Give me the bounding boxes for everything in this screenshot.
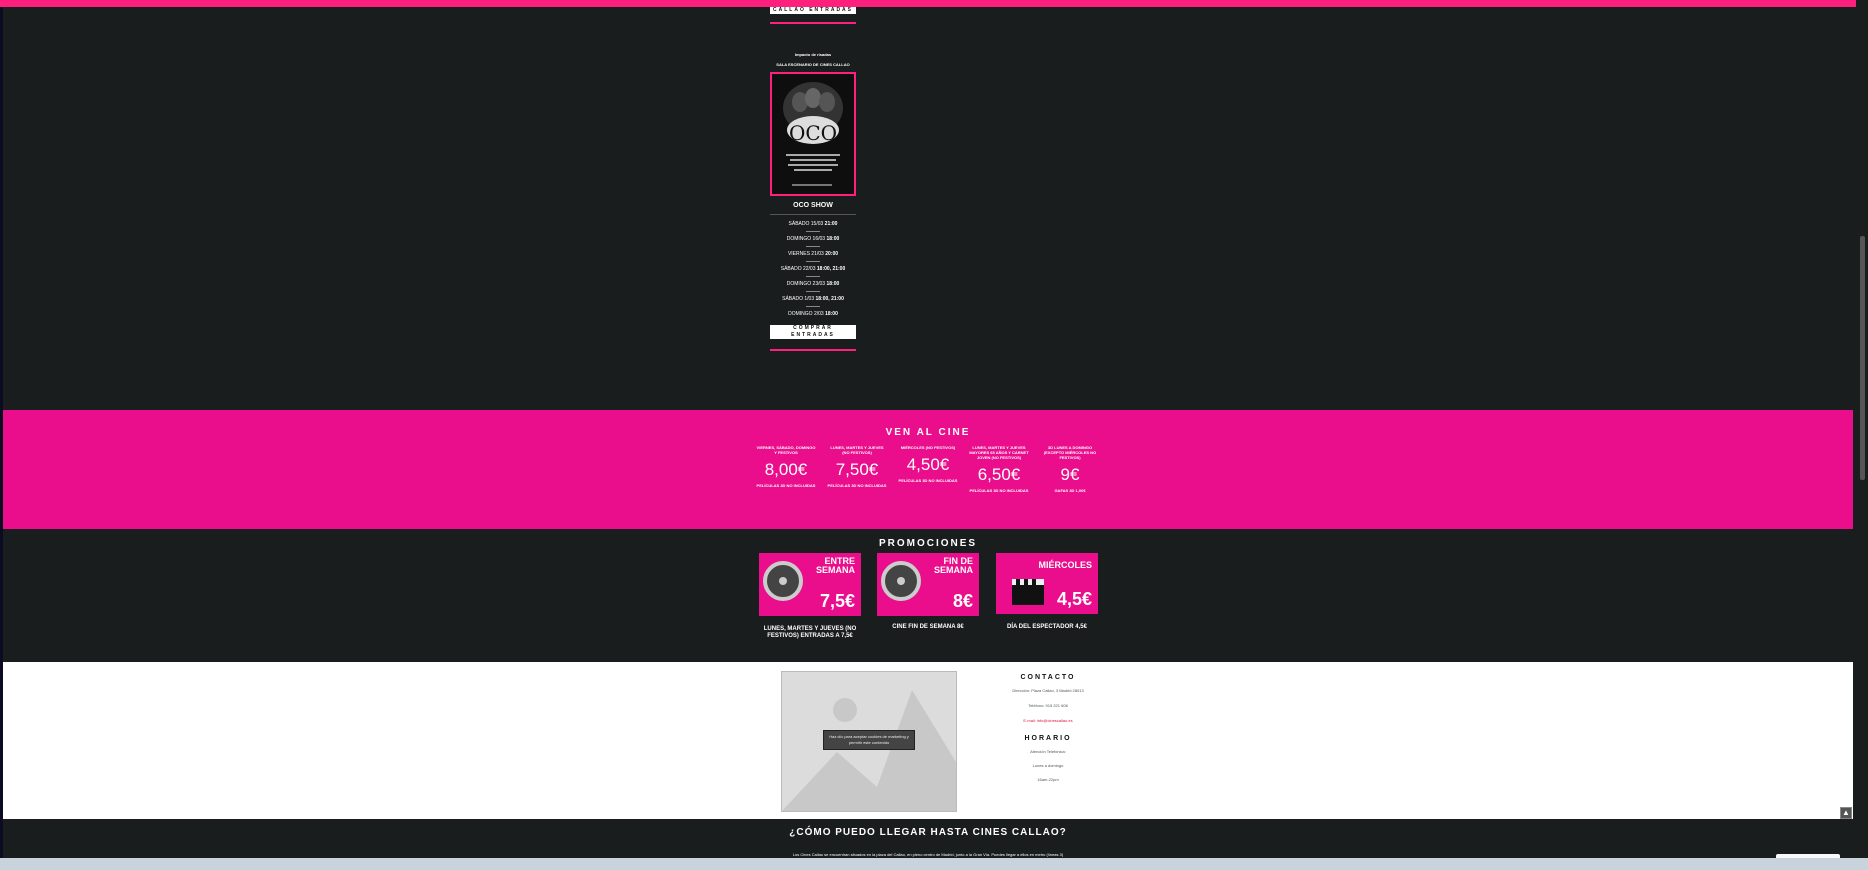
date-separator xyxy=(806,291,820,292)
buy-tickets-button[interactable]: COMPRAR ENTRADAS xyxy=(770,325,856,339)
top-buy-button[interactable]: CALLAO ENTRADAS xyxy=(770,7,856,14)
promo-price: 8€ xyxy=(952,591,973,611)
price-value: 6,50€ xyxy=(977,465,1021,484)
promo-heading: FIN DE SEMANA xyxy=(933,556,973,575)
price-card: LUNES, MARTES Y JUEVES MAYORES 65 AÑOS Y… xyxy=(969,445,1029,493)
promotions-section: PROMOCIONES ENTRE SEMANA 7,5€ LUNES, MAR… xyxy=(3,529,1853,662)
price-label: LUNES, MARTES Y JUEVES (NO FESTIVOS) xyxy=(830,445,884,455)
contact-address: Dirección: Plaza Callao, 3 Madrid 28013 xyxy=(1012,688,1084,693)
show-date: SÁBADO 15/03 21:00 xyxy=(788,221,838,227)
promo-caption: LUNES, MARTES Y JUEVES (NO FESTIVOS) ENT… xyxy=(763,626,857,639)
hours-line: 16am-22pm xyxy=(1037,777,1059,782)
promo-banner: MIÉRCOLES 4,5€ xyxy=(996,553,1098,614)
show-date: DOMINGO 16/03 18:00 xyxy=(786,236,840,242)
contact-info: CONTACTO Dirección: Plaza Callao, 3 Madr… xyxy=(993,674,1103,782)
show-poster[interactable]: OCO xyxy=(770,72,856,196)
promo-card[interactable]: ENTRE SEMANA 7,5€ LUNES, MARTES Y JUEVES… xyxy=(759,553,861,640)
promotions-title: PROMOCIONES xyxy=(878,538,978,549)
promo-caption: CINE FIN DE SEMANA 8€ xyxy=(892,624,964,630)
hours-title: HORARIO xyxy=(1024,735,1072,742)
scrollbar-thumb[interactable] xyxy=(1860,236,1865,480)
prices-section: VEN AL CINE VIERNES, SÁBADO, DOMINGO Y F… xyxy=(3,410,1853,529)
price-label: VIERNES, SÁBADO, DOMINGO Y FESTIVOS xyxy=(756,445,816,455)
top-accent-bar xyxy=(0,0,1868,7)
promo-price: 4,5€ xyxy=(1056,589,1092,609)
price-card: LUNES, MARTES Y JUEVES (NO FESTIVOS) 7,5… xyxy=(827,445,887,488)
price-note: PELÍCULAS 3D NO INCLUIDAS xyxy=(827,483,887,488)
price-label: MIÉRCOLES (NO FESTIVOS) xyxy=(900,445,956,450)
price-note: PELÍCULAS 3D NO INCLUIDAS xyxy=(969,488,1029,493)
date-separator xyxy=(806,276,820,277)
contact-section: Haz clic para aceptar cookies de marketi… xyxy=(3,662,1853,819)
date-separator xyxy=(806,231,820,232)
clapperboard-icon xyxy=(1012,579,1044,605)
poster-image: OCO xyxy=(772,74,854,194)
show-title: OCO SHOW xyxy=(793,202,833,209)
divider xyxy=(770,349,856,351)
show-date: DOMINGO 23/03 18:00 xyxy=(786,281,840,287)
show-venue: SALA ESCENARIO DE CINES CALLAO xyxy=(776,62,850,67)
promo-banner: ENTRE SEMANA 7,5€ xyxy=(759,553,861,616)
show-kicker: Impacto de risadas xyxy=(794,52,832,57)
date-separator xyxy=(806,246,820,247)
price-value: 7,50€ xyxy=(835,460,879,479)
price-note: GAFAS 3D 1,00€ xyxy=(1054,488,1086,493)
contact-email[interactable]: E-mail: info@cinescallao.es xyxy=(993,718,1103,723)
page-scrollbar[interactable] xyxy=(1856,0,1868,858)
price-label: 3D LUNES A DOMINGO (EXCEPTO MIÉRCOLES NO… xyxy=(1043,445,1097,460)
promo-heading: MIÉRCOLES xyxy=(1038,560,1092,570)
promo-card[interactable]: MIÉRCOLES 4,5€ DÍA DEL ESPECTADOR 4,5€ xyxy=(996,553,1098,631)
date-separator xyxy=(806,261,820,262)
divider xyxy=(770,22,856,24)
promo-price: 7,5€ xyxy=(819,591,855,611)
directions-text: Los Cines Callao se encuentran situados … xyxy=(792,852,1064,857)
contact-phone: Teléfono: 915 221 606 xyxy=(1028,703,1068,708)
hours-line: Lunes a domingo xyxy=(1032,763,1064,768)
accept-cookies-button[interactable]: Haz clic para aceptar cookies de marketi… xyxy=(823,730,915,750)
price-note: PELÍCULAS 3D NO INCLUIDAS xyxy=(756,483,816,488)
show-date: DOMINGO 2/03 18:00 xyxy=(788,311,838,317)
film-reel-icon xyxy=(763,561,803,601)
hours-line: Atención Telefónica: xyxy=(1030,749,1066,754)
promo-caption: DÍA DEL ESPECTADOR 4,5€ xyxy=(1007,624,1087,630)
browser-bottom-bar xyxy=(0,858,1868,870)
show-date: SÁBADO 22/03 18:00, 21:00 xyxy=(780,266,846,272)
price-label: LUNES, MARTES Y JUEVES MAYORES 65 AÑOS Y… xyxy=(969,445,1029,460)
film-reel-icon xyxy=(881,561,921,601)
promo-card[interactable]: FIN DE SEMANA 8€ CINE FIN DE SEMANA 8€ xyxy=(877,553,979,631)
scroll-top-button[interactable]: ▲ xyxy=(1840,807,1852,819)
price-value: 4,50€ xyxy=(906,455,950,474)
show-date: VIERNES 21/03 20:00 xyxy=(787,251,839,257)
price-card: 3D LUNES A DOMINGO (EXCEPTO MIÉRCOLES NO… xyxy=(1040,445,1100,493)
promo-banner: FIN DE SEMANA 8€ xyxy=(877,553,979,616)
poster-title: OCO xyxy=(789,121,837,145)
contact-title: CONTACTO xyxy=(1020,674,1076,681)
directions-title: ¿CÓMO PUEDO LLEGAR HASTA CINES CALLAO? xyxy=(789,827,1067,838)
price-card: MIÉRCOLES (NO FESTIVOS) 4,50€ PELÍCULAS … xyxy=(898,445,958,483)
show-date: SÁBADO 1/03 18:00, 21:00 xyxy=(782,296,844,302)
divider xyxy=(770,214,856,215)
promo-heading: ENTRE SEMANA xyxy=(815,556,855,575)
prices-title: VEN AL CINE xyxy=(885,427,971,438)
show-listing: CALLAO ENTRADAS Impacto de risadas SALA … xyxy=(769,0,857,351)
price-value: 8,00€ xyxy=(764,460,808,479)
price-value: 9€ xyxy=(1060,465,1080,484)
poster-art: OCO xyxy=(783,82,843,186)
price-note: PELÍCULAS 3D NO INCLUIDAS xyxy=(898,478,958,483)
date-separator xyxy=(806,306,820,307)
price-card: VIERNES, SÁBADO, DOMINGO Y FESTIVOS 8,00… xyxy=(756,445,816,488)
map-placeholder: Haz clic para aceptar cookies de marketi… xyxy=(781,671,957,812)
